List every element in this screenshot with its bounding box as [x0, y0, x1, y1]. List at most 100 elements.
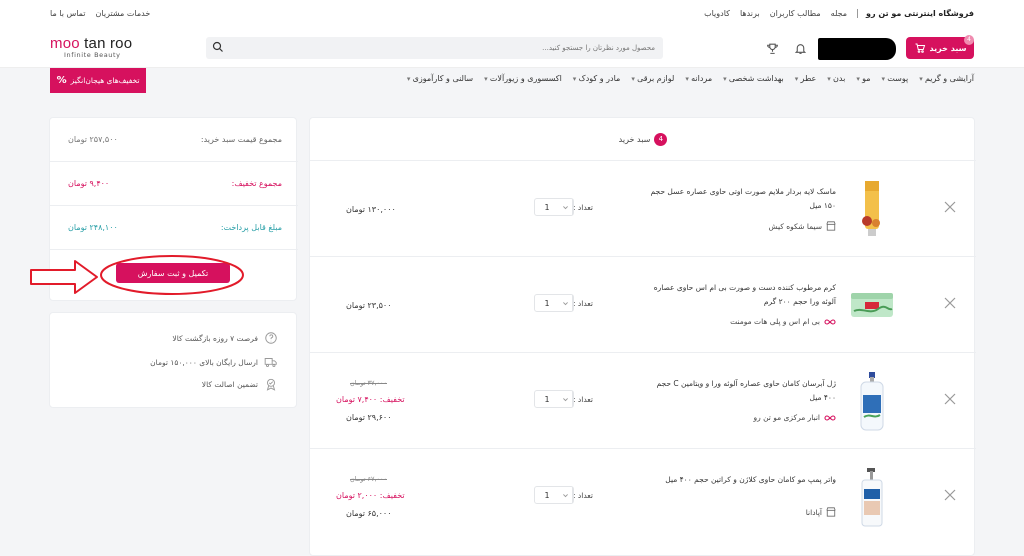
- nav-item-mother-child[interactable]: مادر و کودک: [573, 74, 621, 83]
- chevron-down-icon: [559, 295, 573, 311]
- chevron-down-icon: [559, 487, 573, 503]
- nav-item-perfume[interactable]: عطر: [795, 74, 817, 83]
- summary-discount-row: مجموع تخفیف: ۹,۴۰۰ تومان: [50, 162, 298, 206]
- cart-header: 4 سبد خرید: [310, 118, 976, 161]
- discount-amount: تخفیف: ۷,۴۰۰ تومان: [336, 395, 405, 404]
- truck-icon: [264, 358, 277, 368]
- logo[interactable]: moo tan roo Infinite Beauty: [50, 36, 132, 59]
- chevron-down-icon: [559, 391, 573, 407]
- promo-label: تخفیف‌های هیجان‌انگیز: [70, 76, 140, 85]
- nav-item-salon[interactable]: سالنی و کارآموزی: [407, 74, 473, 83]
- cart-row: ژل آبرسان کامان حاوی عصاره آلوئه ورا و و…: [310, 353, 976, 449]
- seller-name: بی ام اس و پلی هات مومنت: [730, 317, 820, 326]
- nav-item-skin[interactable]: پوست: [882, 74, 908, 83]
- nav-item-accessories[interactable]: اکسسوری و زیورآلات: [484, 74, 562, 83]
- cart-icon: [915, 43, 925, 53]
- complete-order-button[interactable]: تکمیل و ثبت سفارش: [116, 263, 230, 283]
- product-image[interactable]: [848, 275, 896, 335]
- top-left-links: خدمات مشتریان تماس با ما: [50, 9, 150, 18]
- nav-item-personal-care[interactable]: بهداشت شخصی: [723, 74, 784, 83]
- quantity-label: تعداد :: [573, 491, 593, 500]
- feature-text: فرصت ۷ روزه بازگشت کالا: [172, 333, 258, 343]
- cart-item-count: 4: [654, 132, 668, 146]
- quantity-value: 1: [544, 490, 550, 500]
- discount-amount: تخفیف: ۲,۰۰۰ تومان: [336, 491, 405, 500]
- feature-text: ارسال رایگان بالای ۱۵۰,۰۰۰ تومان: [150, 357, 258, 367]
- total-value: ۲۵۷,۵۰۰ تومان: [68, 135, 118, 144]
- product-name[interactable]: واتر پمپ مو کامان حاوی کلاژن و کراتین حج…: [646, 473, 836, 487]
- search-input[interactable]: [235, 37, 655, 59]
- product-name[interactable]: کرم مرطوب کننده دست و صورت بی ام اس حاوی…: [646, 281, 836, 309]
- nav-item-electric[interactable]: لوازم برقی: [631, 74, 674, 83]
- quantity-value: 1: [544, 298, 550, 308]
- cart-row: واتر پمپ مو کامان حاوی کلاژن و کراتین حج…: [310, 449, 976, 545]
- top-link-magazine[interactable]: مجله: [831, 9, 847, 18]
- quantity-select[interactable]: 1: [534, 198, 574, 216]
- product-price: ۶۵,۰۰۰ تومان: [346, 509, 392, 518]
- quantity-label: تعداد :: [573, 299, 593, 308]
- search-box: [206, 37, 663, 59]
- feature-authenticity: تضمین اصالت کالا: [202, 377, 278, 391]
- rewards-button[interactable]: [764, 40, 780, 56]
- old-price: ۶۷,۰۰۰ تومان: [350, 475, 387, 483]
- return-icon: [265, 332, 277, 344]
- feature-text: تضمین اصالت کالا: [201, 379, 258, 389]
- quantity-select[interactable]: 1: [534, 390, 574, 408]
- nav-item-hair[interactable]: مو: [856, 74, 870, 83]
- store-icon: [826, 507, 836, 517]
- top-bar: فروشگاه اینترنتی مو تن رو مجله مطالب کار…: [0, 0, 1024, 28]
- close-icon[interactable]: [944, 393, 956, 405]
- store-icon: [826, 221, 836, 231]
- top-link-contact[interactable]: تماس با ما: [50, 9, 86, 18]
- quantity-select[interactable]: 1: [534, 486, 574, 504]
- close-icon[interactable]: [944, 297, 956, 309]
- close-icon[interactable]: [944, 201, 956, 213]
- order-summary: مجموع قیمت سبد خرید: ۲۵۷,۵۰۰ تومان مجموع…: [49, 117, 298, 301]
- seller: سیما شکوه کیش: [768, 221, 836, 231]
- user-account[interactable]: [818, 38, 896, 60]
- cart-row: ماسک لایه بردار ملایم صورت اوتی حاوی عصا…: [310, 161, 976, 257]
- payable-label: مبلغ قابل پرداخت:: [220, 223, 282, 232]
- quantity-label: تعداد :: [573, 203, 593, 212]
- nav-item-body[interactable]: بدن: [827, 74, 845, 83]
- store-brand: فروشگاه اینترنتی مو تن رو: [857, 9, 974, 18]
- top-link-brands[interactable]: برندها: [740, 9, 760, 18]
- notification-button[interactable]: [792, 40, 808, 56]
- product-image[interactable]: [852, 467, 892, 527]
- nav-item-makeup[interactable]: آرایشی و گریم: [919, 74, 974, 83]
- header: سبد خرید 4 moo tan roo Infinite Beauty: [0, 28, 1024, 68]
- logo-tagline: Infinite Beauty: [64, 51, 121, 59]
- category-nav: آرایشی و گریم پوست مو بدن عطر بهداشت شخص…: [0, 68, 1024, 92]
- top-link-gift-finder[interactable]: کادویاب: [704, 9, 730, 18]
- quantity-label: تعداد :: [573, 395, 593, 404]
- summary-total-row: مجموع قیمت سبد خرید: ۲۵۷,۵۰۰ تومان: [50, 118, 298, 162]
- payable-value: ۲۴۸,۱۰۰ تومان: [68, 223, 118, 232]
- feature-free-shipping: ارسال رایگان بالای ۱۵۰,۰۰۰ تومان: [150, 355, 278, 369]
- close-icon[interactable]: [944, 489, 956, 501]
- logo-wordmark: moo tan roo: [50, 35, 133, 52]
- product-name[interactable]: ماسک لایه بردار ملایم صورت اوتی حاوی عصا…: [646, 185, 837, 213]
- infinity-icon: [824, 318, 836, 325]
- seller: انبار مرکزی مو تن رو: [753, 413, 836, 422]
- top-link-customer-service[interactable]: خدمات مشتریان: [96, 9, 151, 18]
- cart-panel: 4 سبد خرید ماسک لایه بردار ملایم صورت او…: [309, 117, 976, 556]
- cart-button-label: سبد خرید: [929, 43, 967, 53]
- product-image[interactable]: [852, 179, 892, 239]
- total-label: مجموع قیمت سبد خرید:: [200, 135, 282, 144]
- product-image[interactable]: [852, 371, 892, 431]
- search-icon[interactable]: [212, 41, 224, 53]
- promo-deals-button[interactable]: تخفیف‌های هیجان‌انگیز %: [50, 68, 146, 93]
- seller-name: آپادانا: [805, 507, 822, 517]
- nav-item-men[interactable]: مردانه: [685, 74, 712, 83]
- product-price: ۱۳۰,۰۰۰ تومان: [346, 205, 396, 214]
- cart-row: کرم مرطوب کننده دست و صورت بی ام اس حاوی…: [310, 257, 976, 353]
- quantity-value: 1: [544, 394, 550, 404]
- chevron-down-icon: [559, 199, 573, 215]
- trophy-icon: [766, 43, 778, 54]
- top-link-user-posts[interactable]: مطالب کاربران: [770, 9, 821, 18]
- seller-name: سیما شکوه کیش: [768, 221, 822, 231]
- seller-name: انبار مرکزی مو تن رو: [753, 413, 820, 422]
- quantity-select[interactable]: 1: [534, 294, 574, 312]
- product-name[interactable]: ژل آبرسان کامان حاوی عصاره آلوئه ورا و و…: [646, 377, 836, 405]
- summary-payable-row: مبلغ قابل پرداخت: ۲۴۸,۱۰۰ تومان: [50, 206, 298, 250]
